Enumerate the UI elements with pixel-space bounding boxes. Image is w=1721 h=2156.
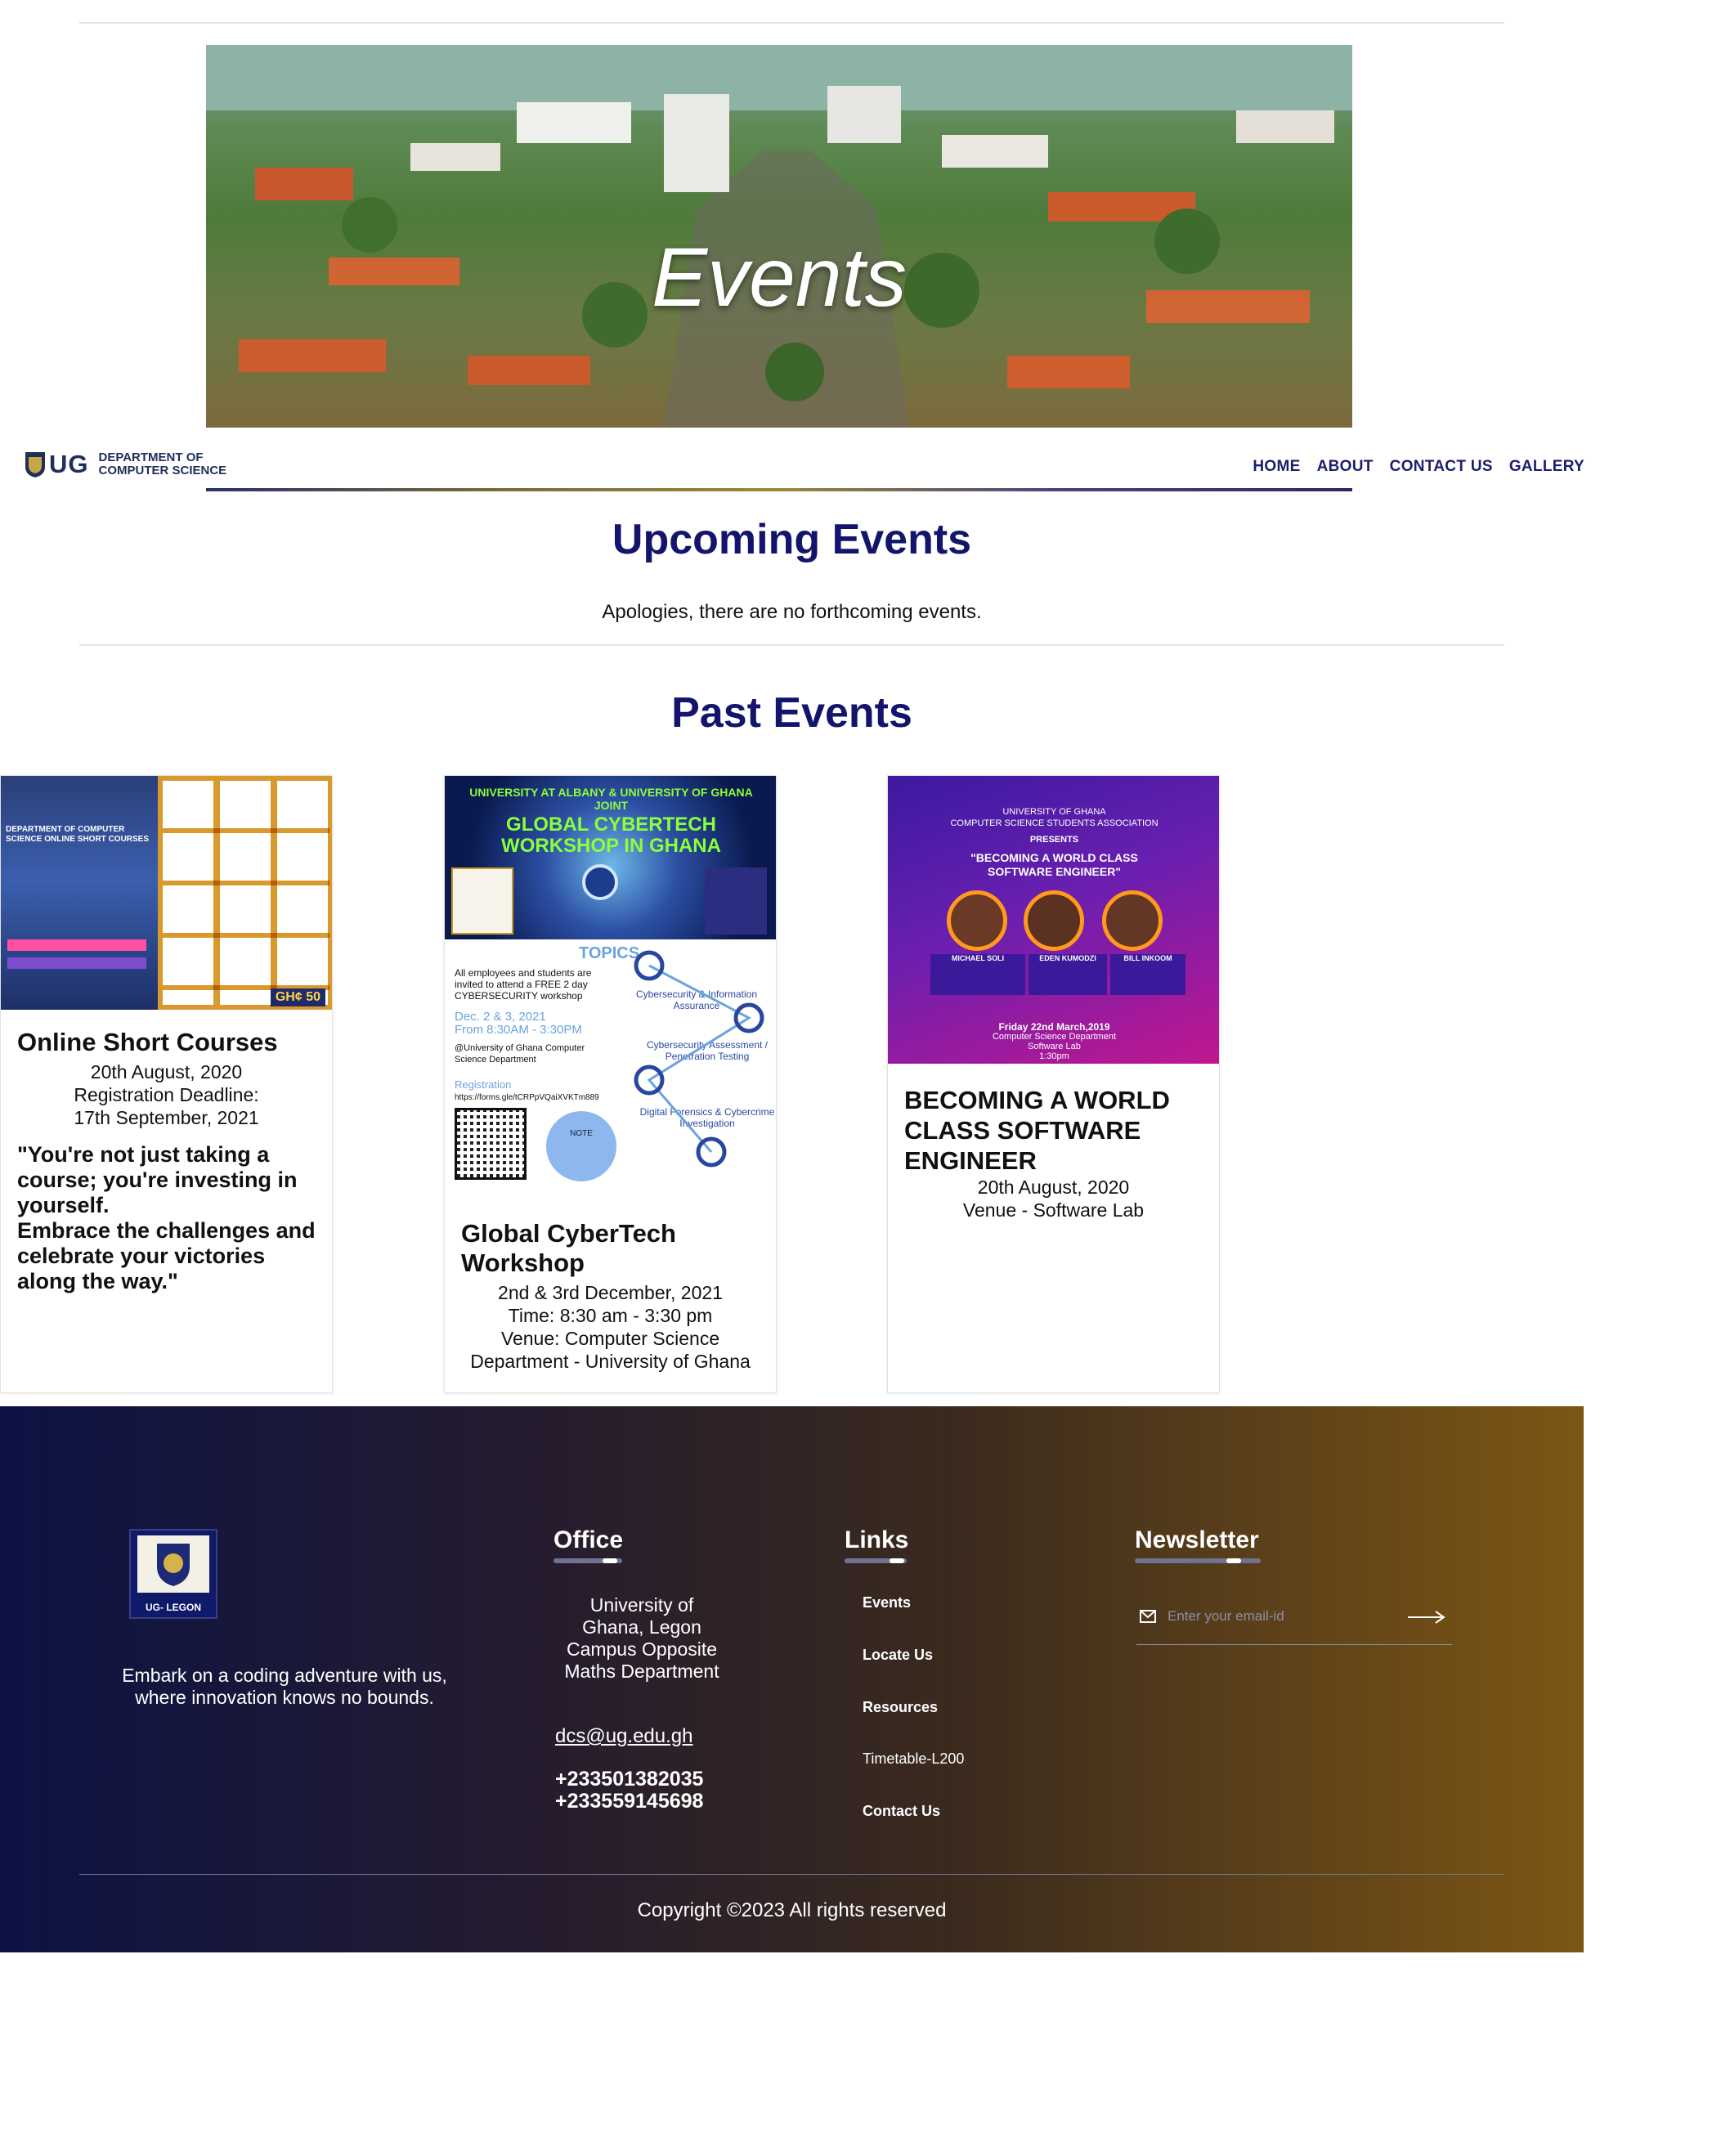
footer-link-events[interactable]: Events: [863, 1594, 911, 1611]
card-venue: Venue: Computer Science: [500, 1328, 720, 1349]
speaker-photo-3: [1102, 890, 1163, 951]
newsletter-heading-bar: [1135, 1558, 1261, 1563]
poster-room: Software Lab: [1028, 1042, 1081, 1051]
card-deadline: 17th September, 2021: [74, 1107, 259, 1128]
logo-line-1: DEPARTMENT OF: [98, 450, 204, 464]
card-date: 20th August, 2020: [90, 1061, 243, 1082]
office-address: University of Ghana, Legon Campus Opposi…: [564, 1594, 719, 1682]
speaker-photo-2: [1024, 890, 1084, 951]
speaker-photo-1: [947, 890, 1007, 951]
upcoming-events-title: Upcoming Events: [612, 516, 972, 563]
cybertech-poster: UNIVERSITY AT ALBANY & UNIVERSITY OF GHA…: [445, 776, 776, 1217]
nav-contact-us[interactable]: CONTACT US: [1390, 458, 1493, 476]
links-heading-bar: [845, 1558, 907, 1563]
hero-title: Events: [652, 231, 907, 324]
newsletter-heading: Newsletter: [1135, 1526, 1259, 1553]
poster-presents: PRESENTS: [1029, 835, 1079, 845]
no-events-message: Apologies, there are no forthcoming even…: [602, 601, 982, 623]
speaker-name-3: BILL INKOOM: [1110, 954, 1185, 995]
hero-banner: Events: [206, 45, 1352, 428]
card-registration-label: Registration Deadline:: [74, 1084, 259, 1105]
poster-org-2: COMPUTER SCIENCE STUDENTS ASSOCIATION: [950, 818, 1159, 828]
site-footer: UG- LEGON Embark on a coding adventure w…: [0, 1406, 1584, 1952]
logo-line-2: COMPUTER SCIENCE: [98, 464, 227, 477]
site-logo[interactable]: UG DEPARTMENT OF COMPUTER SCIENCE: [25, 448, 226, 481]
logo-department-name: DEPARTMENT OF COMPUTER SCIENCE: [99, 451, 227, 477]
card-venue: Venue - Software Lab: [962, 1199, 1145, 1221]
office-heading: Office: [553, 1526, 624, 1553]
footer-link-contact-us[interactable]: Contact Us: [863, 1803, 940, 1820]
office-email[interactable]: dcs@ug.edu.gh: [555, 1725, 692, 1748]
topic-connector-graphic: [634, 950, 764, 1168]
speaker-name-1: MICHAEL SOLI: [930, 954, 1025, 995]
card-quote: "You're not just taking a course; you're…: [17, 1142, 316, 1293]
poster-org-1: UNIVERSITY OF GHANA: [1002, 807, 1106, 817]
ug-shield-icon: [25, 452, 45, 477]
mail-icon: [1140, 1610, 1156, 1623]
event-card-world-class-engineer[interactable]: UNIVERSITY OF GHANA COMPUTER SCIENCE STU…: [887, 775, 1220, 1393]
poster-date: Friday 22nd March,2019: [998, 1021, 1110, 1033]
event-card-global-cybertech[interactable]: UNIVERSITY AT ALBANY & UNIVERSITY OF GHA…: [444, 775, 777, 1393]
nav-gallery[interactable]: GALLERY: [1509, 458, 1584, 476]
poster-time: 1:30pm: [1039, 1051, 1069, 1061]
nav-home[interactable]: HOME: [1253, 458, 1300, 476]
past-events-title: Past Events: [671, 689, 912, 737]
card-title: BECOMING A WORLD CLASS SOFTWARE ENGINEER: [904, 1086, 1170, 1175]
copyright: Copyright ©2023 All rights reserved: [637, 1899, 947, 1921]
ug-crest-icon: [137, 1535, 209, 1593]
newsletter-form: [1136, 1599, 1452, 1645]
card-title: Global CyberTech Workshop: [461, 1219, 676, 1277]
nav-underline: [206, 488, 1352, 491]
arrow-right-icon[interactable]: [1406, 1609, 1447, 1625]
world-class-engineer-poster: UNIVERSITY OF GHANA COMPUTER SCIENCE STU…: [888, 776, 1219, 1064]
card-title: Online Short Courses: [17, 1028, 278, 1056]
footer-link-locate-us[interactable]: Locate Us: [863, 1647, 933, 1664]
speaker-name-2: EDEN KUMODZI: [1029, 954, 1107, 995]
footer-tagline: Embark on a coding adventure with us, wh…: [122, 1665, 447, 1708]
office-phones: +233501382035 +233559145698: [555, 1768, 703, 1813]
logo-abbreviation: UG: [49, 450, 89, 478]
poster-venue: Computer Science Department: [992, 1032, 1116, 1042]
online-courses-poster: DEPARTMENT OF COMPUTER SCIENCE ONLINE SH…: [1, 776, 332, 1010]
nav-about[interactable]: ABOUT: [1317, 458, 1374, 476]
footer-link-resources[interactable]: Resources: [863, 1699, 938, 1716]
office-heading-bar: [553, 1558, 622, 1563]
footer-divider: [79, 1874, 1504, 1875]
newsletter-email-input[interactable]: [1168, 1606, 1396, 1627]
logo-caption: UG- LEGON: [146, 1602, 201, 1613]
section-divider: [79, 644, 1504, 646]
card-venue-department: Department - University of Ghana: [470, 1351, 751, 1372]
footer-link-timetable[interactable]: Timetable-L200: [863, 1750, 964, 1768]
office-phone-2[interactable]: +233559145698: [555, 1791, 703, 1813]
links-heading: Links: [845, 1526, 909, 1553]
poster-headline: "BECOMING A WORLD CLASS SOFTWARE ENGINEE…: [970, 851, 1138, 878]
ug-legon-logo: UG- LEGON: [129, 1529, 217, 1619]
card-date: 20th August, 2020: [977, 1177, 1130, 1198]
office-phone-1[interactable]: +233501382035: [555, 1768, 703, 1791]
card-dates: 2nd & 3rd December, 2021: [498, 1282, 723, 1303]
poster-heading: DEPARTMENT OF COMPUTER SCIENCE ONLINE SH…: [6, 825, 150, 844]
price-badge: GH¢ 50: [270, 988, 325, 1006]
main-nav: HOME ABOUT CONTACT US GALLERY: [1253, 458, 1584, 476]
card-time: Time: 8:30 am - 3:30 pm: [508, 1305, 713, 1326]
top-divider: [79, 22, 1504, 24]
event-card-online-short-courses[interactable]: DEPARTMENT OF COMPUTER SCIENCE ONLINE SH…: [0, 775, 333, 1393]
